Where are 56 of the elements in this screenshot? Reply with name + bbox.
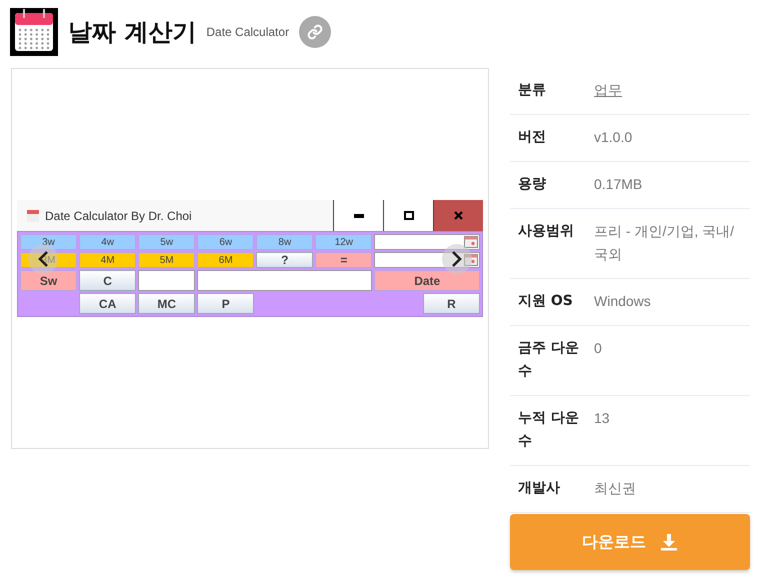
info-label: 사용범위 xyxy=(518,222,575,241)
link-button[interactable] xyxy=(299,16,332,48)
info-label: 개발사 xyxy=(518,479,561,498)
window-title: Date Calculator By Dr. Choi xyxy=(45,208,192,222)
category-link[interactable]: 업무 xyxy=(594,79,622,102)
info-label: 지원 OS xyxy=(518,292,574,311)
minimize-icon xyxy=(354,214,364,218)
calculator-key[interactable]: CA xyxy=(79,293,136,314)
calendar-icon xyxy=(10,8,58,56)
calculator-key[interactable]: Date xyxy=(374,270,480,291)
calculator-key[interactable]: 4M xyxy=(79,252,136,268)
minimize-button[interactable] xyxy=(333,200,383,231)
app-subtitle: Date Calculator xyxy=(206,25,290,39)
info-value: 0 xyxy=(594,339,602,358)
calculator-key[interactable]: 6M xyxy=(197,252,254,268)
info-value: 최신권 xyxy=(594,479,636,498)
app-title: 날짜 계산기 xyxy=(68,17,196,48)
calculator-key[interactable]: R xyxy=(422,293,480,314)
calculator-key[interactable]: 3w xyxy=(20,234,78,250)
calendar-icon[interactable] xyxy=(464,254,478,266)
calculator-key[interactable]: 5M xyxy=(138,252,196,268)
calculator-key[interactable]: ? xyxy=(256,252,314,268)
calendar-icon xyxy=(27,210,39,222)
input-field[interactable] xyxy=(138,270,196,291)
info-label: 누적 다운수 xyxy=(518,409,580,451)
close-icon xyxy=(454,211,463,220)
next-button[interactable] xyxy=(442,244,472,274)
info-value: 프리 - 개인/기업, 국내/국외 xyxy=(594,222,735,264)
calculator-key[interactable]: Sw xyxy=(20,270,78,291)
info-value: v1.0.0 xyxy=(594,128,632,147)
calculator-key[interactable]: 5w xyxy=(138,234,196,250)
info-value: Windows xyxy=(594,292,651,311)
info-label: 분류 xyxy=(518,81,547,100)
date-field[interactable] xyxy=(374,252,480,268)
info-value: 0.17MB xyxy=(594,175,642,194)
calculator-key[interactable]: 4w xyxy=(79,234,136,250)
info-value: 13 xyxy=(594,409,610,428)
input-field[interactable] xyxy=(197,270,372,291)
calculator-key[interactable]: P xyxy=(197,293,254,314)
link-icon xyxy=(307,24,324,40)
info-label: 버전 xyxy=(518,128,547,147)
chevron-right-icon xyxy=(450,250,464,268)
calculator-key[interactable]: 6w xyxy=(197,234,254,250)
maximize-icon xyxy=(404,211,414,220)
calculator-key[interactable]: C xyxy=(79,270,136,291)
download-icon xyxy=(660,533,678,551)
info-label: 금주 다운수 xyxy=(518,339,580,381)
maximize-button[interactable] xyxy=(383,200,433,231)
calculator-key[interactable]: = xyxy=(315,252,372,268)
date-field[interactable] xyxy=(374,234,480,250)
calculator-key[interactable]: 8w xyxy=(256,234,314,250)
calculator-key[interactable]: MC xyxy=(138,293,196,314)
calendar-icon[interactable] xyxy=(464,236,478,248)
info-label: 용량 xyxy=(518,175,547,194)
previous-button[interactable] xyxy=(28,244,58,274)
calculator-key[interactable]: 12w xyxy=(315,234,372,250)
